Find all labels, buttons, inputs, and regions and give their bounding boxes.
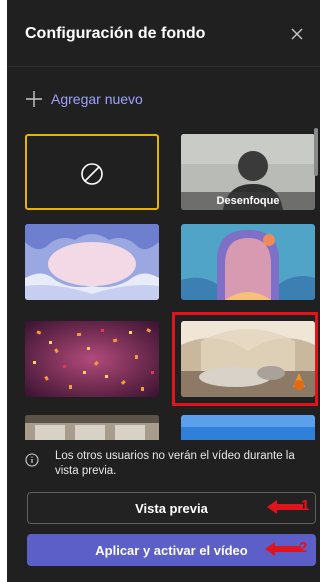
panel-header: Configuración de fondo xyxy=(7,0,320,67)
scrollbar-thumb[interactable] xyxy=(314,128,318,176)
background-blur[interactable]: Desenfoque xyxy=(181,134,315,210)
add-new-button[interactable]: Agregar nuevo xyxy=(25,87,143,111)
annotation-arrow-1-icon xyxy=(267,500,303,514)
background-none[interactable] xyxy=(25,134,159,210)
background-arch-balloon[interactable] xyxy=(181,224,315,300)
blue-room-image xyxy=(181,415,315,440)
background-blue-room[interactable] xyxy=(181,415,315,440)
info-icon xyxy=(25,453,39,467)
arch-balloon-image xyxy=(181,224,315,300)
loft-image xyxy=(25,415,159,440)
panel-title: Configuración de fondo xyxy=(25,25,206,42)
annotation-number-2: 2 xyxy=(299,539,308,556)
plus-icon xyxy=(26,91,42,107)
info-text: Los otros usuarios no verán el vídeo dur… xyxy=(55,450,295,477)
selection-highlight-box xyxy=(172,312,318,406)
apply-button-label: Aplicar y activar el vídeo xyxy=(95,542,248,558)
background-settings-panel: Configuración de fondo Agregar nuevo Des… xyxy=(7,0,320,582)
add-new-label: Agregar nuevo xyxy=(51,91,143,107)
blur-label: Desenfoque xyxy=(181,192,315,210)
ice-cave-image xyxy=(25,224,159,300)
background-confetti[interactable] xyxy=(25,321,159,397)
background-loft[interactable] xyxy=(25,415,159,440)
background-ice-cave[interactable] xyxy=(25,224,159,300)
no-background-icon xyxy=(81,163,103,185)
annotation-arrow-2-icon xyxy=(265,542,301,556)
annotation-number-1: 1 xyxy=(301,497,310,514)
confetti-image xyxy=(25,321,159,397)
preview-button-label: Vista previa xyxy=(135,500,208,516)
close-icon[interactable] xyxy=(287,24,307,44)
